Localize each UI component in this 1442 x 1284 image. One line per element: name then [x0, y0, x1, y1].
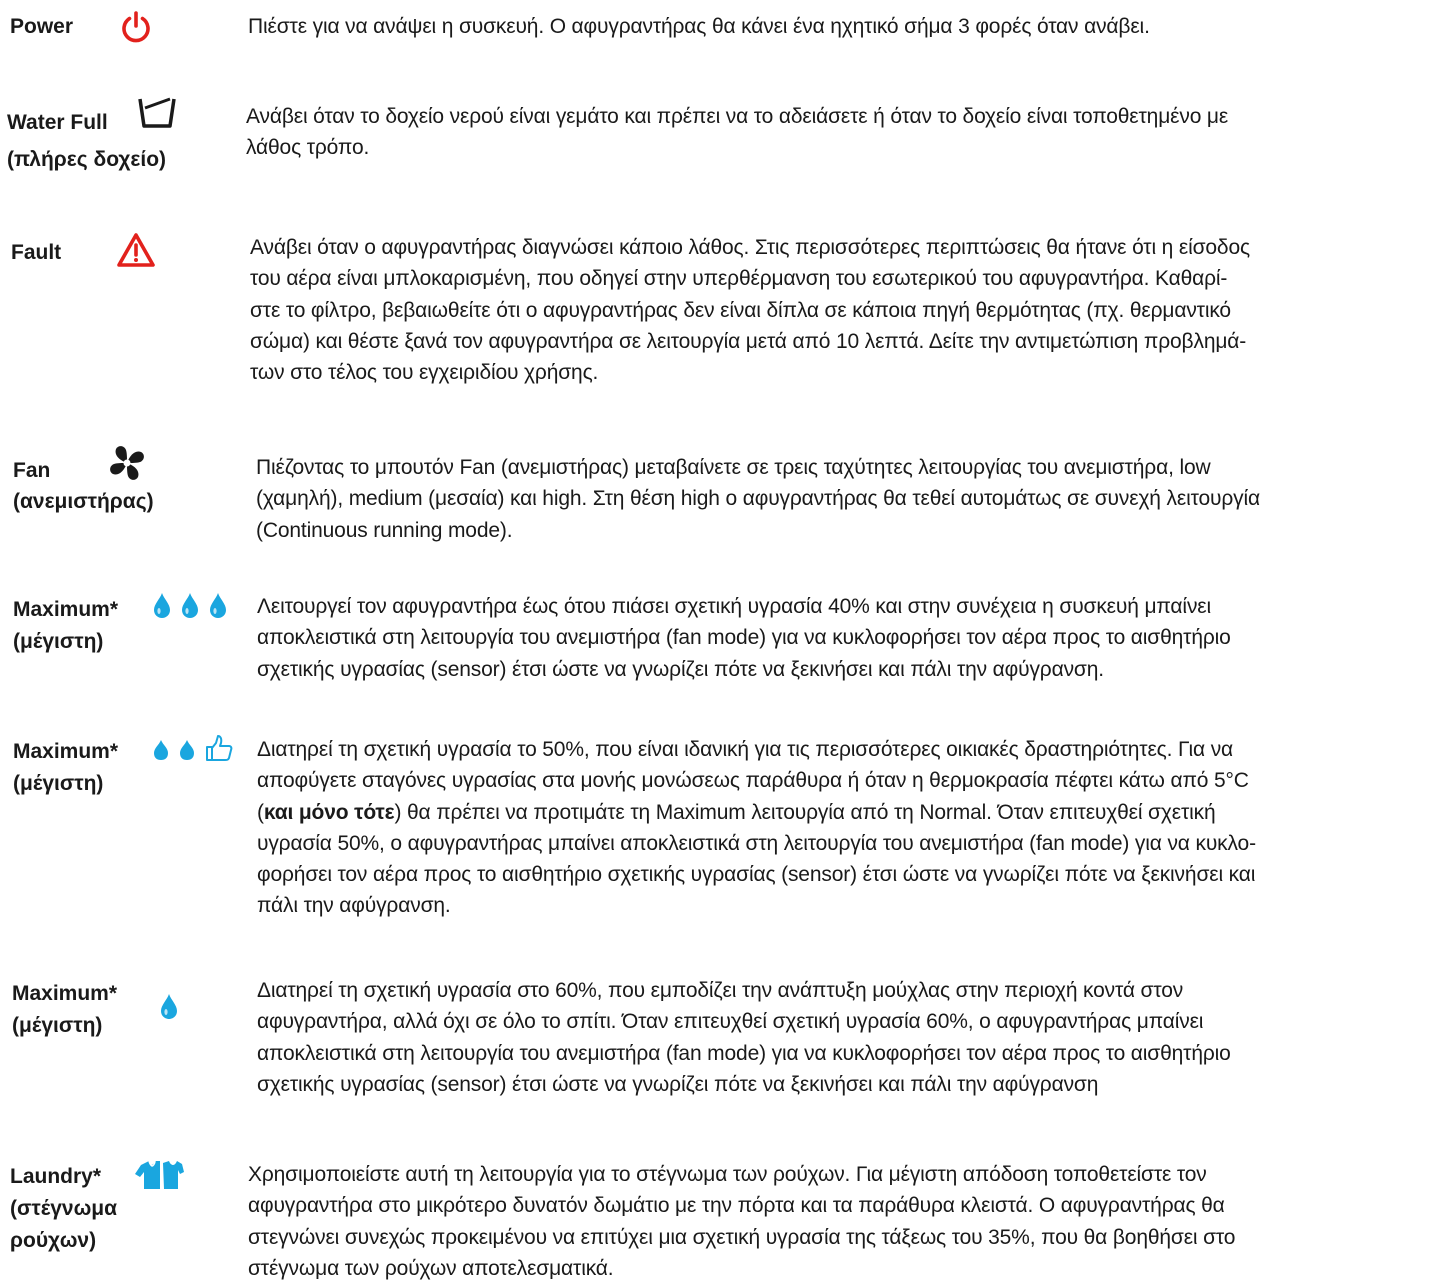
- laundry-label: Laundry* (στέγνωμα ρούχων): [10, 1165, 118, 1252]
- three-drops-icon: [152, 591, 232, 624]
- maximum-40-description: Λειτουργεί τον αφυγραντήρα έως ότου πιάσ…: [257, 595, 1231, 681]
- fan-icon: [106, 443, 148, 488]
- water-full-description: Ανάβει όταν το δοχείο νερού είναι γεμάτο…: [246, 105, 1229, 160]
- fan-description: Πιέζοντας το μπουτόν Fan (ανεμιστήρας) μ…: [256, 456, 1260, 542]
- power-description: Πιέστε για να ανάψει η συσκευή. Ο αφυγρα…: [248, 15, 1150, 38]
- maximum-label: Maximum* (μέγιστη): [12, 982, 118, 1037]
- shirt-icon: [133, 1158, 185, 1197]
- maximum-50-description: Διατηρεί τη σχετική υγρασία το 50%, που …: [257, 738, 1256, 918]
- single-drop-icon: [159, 992, 179, 1025]
- power-icon: [118, 10, 154, 49]
- fault-description: Ανάβει όταν ο αφυγραντήρας διαγνώσει κάπ…: [250, 236, 1250, 385]
- maximum-label: Maximum* (μέγιστη): [13, 740, 119, 795]
- two-drops-thumbs-up-icon: [152, 734, 236, 767]
- warning-triangle-icon: [116, 232, 156, 273]
- power-label: Power: [10, 15, 74, 38]
- water-tank-icon: [137, 96, 177, 135]
- emphasis-text: και μόνο τότε: [263, 800, 395, 824]
- maximum-label: Maximum* (μέγιστη): [13, 598, 119, 653]
- laundry-description: Χρησιμοποιείστε αυτή τη λειτουργία για τ…: [248, 1163, 1236, 1280]
- maximum-60-description: Διατηρεί τη σχετική υγρασία στο 60%, που…: [257, 979, 1231, 1096]
- fault-label: Fault: [11, 241, 62, 264]
